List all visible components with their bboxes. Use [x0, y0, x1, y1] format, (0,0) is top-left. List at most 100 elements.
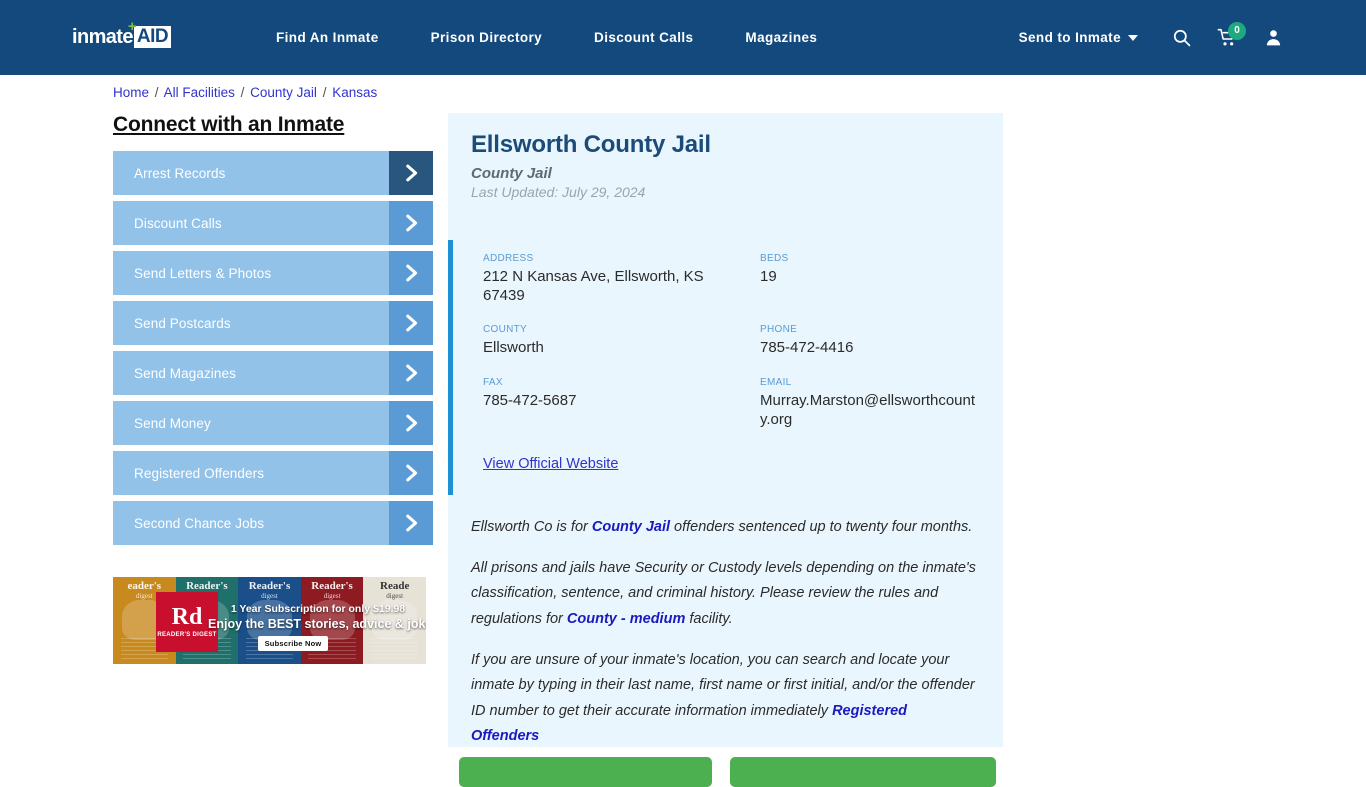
cta-button-secondary[interactable]: [730, 757, 996, 787]
description-paragraph: If you are unsure of your inmate's locat…: [471, 648, 978, 750]
ad-cover-title: Reader's: [248, 580, 291, 592]
logo-badge-text: AID: [136, 26, 169, 47]
main-navigation: Find An Inmate Prison Directory Discount…: [250, 0, 843, 75]
sidebar: Connect with an Inmate Arrest Records Dis…: [113, 113, 433, 545]
detail-value-email: Murray.Marston@ellsworthcounty.org: [760, 392, 976, 428]
sidebar-item-send-postcards[interactable]: Send Postcards: [113, 301, 433, 345]
breadcrumb-item-county-jail[interactable]: County Jail: [250, 85, 317, 100]
green-plus-icon: +: [127, 18, 137, 35]
chevron-right-icon: [389, 401, 433, 445]
nav-item-discount-calls[interactable]: Discount Calls: [568, 30, 719, 45]
cta-button-primary[interactable]: [459, 757, 712, 787]
ad-headline-offer: 1 Year Subscription for only $19.98: [230, 603, 406, 615]
site-header: inmate + AID Find An Inmate Prison Direc…: [0, 0, 1366, 75]
detail-value-phone: 785-472-4416: [760, 339, 854, 357]
ad-headline-tagline: Enjoy the BEST stories, advice & jokes!: [208, 617, 426, 631]
sidebar-item-send-money[interactable]: Send Money: [113, 401, 433, 445]
detail-cell: ADDRESS 212 N Kansas Ave, Ellsworth, KS 6…: [483, 252, 760, 306]
description-paragraph: Ellsworth Co is for County Jail offender…: [471, 515, 978, 540]
breadcrumb-separator: /: [240, 85, 245, 100]
sidebar-item-arrest-records[interactable]: Arrest Records: [113, 151, 433, 195]
user-icon: [1264, 28, 1283, 47]
facility-header: Ellsworth County Jail County Jail Last U…: [448, 113, 1003, 200]
detail-value-fax: 785-472-5687: [483, 392, 577, 410]
cart-button[interactable]: 0: [1204, 18, 1250, 58]
ad-cover-title: eader's: [127, 580, 162, 592]
detail-value-county: Ellsworth: [483, 339, 544, 357]
page-title: Ellsworth County Jail: [471, 131, 711, 158]
detail-label-address: ADDRESS: [483, 252, 534, 264]
facility-details: ADDRESS 212 N Kansas Ave, Ellsworth, KS 6…: [448, 239, 1003, 495]
search-button[interactable]: [1158, 18, 1204, 58]
site-logo[interactable]: inmate + AID: [72, 19, 172, 50]
ad-cover-text-lines: [370, 637, 419, 659]
sidebar-item-send-letters-photos[interactable]: Send Letters & Photos: [113, 251, 433, 295]
chevron-right-icon: [389, 201, 433, 245]
paragraph-text: facility.: [685, 610, 733, 627]
detail-label-phone: PHONE: [760, 324, 798, 336]
sidebar-item-label: Send Letters & Photos: [134, 265, 272, 281]
detail-label-email: EMAIL: [760, 377, 792, 389]
chevron-right-icon: [389, 351, 433, 395]
inline-link[interactable]: County Jail: [592, 519, 670, 535]
detail-cell: COUNTY Ellsworth: [483, 323, 760, 358]
sidebar-item-registered-offenders[interactable]: Registered Offenders: [113, 451, 433, 495]
logo-wordmark: inmate: [72, 26, 133, 48]
ad-cover-title: Reader's: [311, 580, 353, 592]
ad-subscribe-button[interactable]: Subscribe Now: [258, 636, 328, 651]
detail-label-beds: BEDS: [760, 252, 789, 264]
breadcrumb-separator: /: [322, 85, 327, 100]
sidebar-item-discount-calls[interactable]: Discount Calls: [113, 201, 433, 245]
ad-brand-name: READER'S DIGEST: [157, 631, 217, 638]
logo-badge: + AID: [128, 19, 172, 48]
chevron-right-icon: [389, 301, 433, 345]
detail-label-fax: FAX: [483, 377, 503, 389]
sidebar-item-second-chance-jobs[interactable]: Second Chance Jobs: [113, 501, 433, 545]
sidebar-item-label: Send Money: [134, 415, 211, 431]
chevron-right-icon: [389, 501, 433, 545]
advertisement-readers-digest[interactable]: eader'sdigestReader'sdigestReader'sdiges…: [113, 577, 426, 664]
sidebar-item-label: Discount Calls: [134, 215, 222, 231]
ad-cover-subtitle: digest: [323, 592, 341, 600]
last-updated-text: Last Updated: July 29, 2024: [471, 183, 646, 200]
chevron-right-icon: [389, 451, 433, 495]
sidebar-title: Connect with an Inmate: [113, 113, 345, 136]
header-actions: Send to Inmate 0: [999, 0, 1296, 75]
facility-description: Ellsworth Co is for County Jail offender…: [448, 495, 1003, 750]
search-icon: [1172, 28, 1191, 47]
sidebar-item-label: Second Chance Jobs: [134, 515, 265, 531]
chevron-right-icon: [389, 151, 433, 195]
detail-cell: PHONE 785-472-4416: [760, 323, 983, 358]
breadcrumb-item-kansas[interactable]: Kansas: [332, 85, 377, 100]
chevron-right-icon: [389, 251, 433, 295]
description-paragraph: All prisons and jails have Security or C…: [471, 556, 978, 632]
breadcrumb-item-home[interactable]: Home: [113, 85, 149, 100]
detail-cell: BEDS 19: [760, 252, 983, 306]
breadcrumb-separator: /: [154, 85, 159, 100]
sidebar-item-send-magazines[interactable]: Send Magazines: [113, 351, 433, 395]
sidebar-item-label: Send Postcards: [134, 315, 231, 331]
breadcrumb: Home / All Facilities / County Jail / Ka…: [113, 85, 377, 100]
account-button[interactable]: [1250, 18, 1296, 58]
view-official-website-link[interactable]: View Official Website: [483, 456, 618, 472]
ad-cover-title: Reader's: [186, 580, 228, 592]
cart-count-badge: 0: [1228, 21, 1246, 40]
breadcrumb-item-all-facilities[interactable]: All Facilities: [164, 85, 235, 100]
sidebar-item-label: Registered Offenders: [134, 465, 265, 481]
facility-card: Ellsworth County Jail County Jail Last U…: [448, 113, 1003, 747]
inline-link[interactable]: County - medium: [567, 611, 685, 627]
nav-item-prison-directory[interactable]: Prison Directory: [405, 30, 568, 45]
chevron-down-icon: [1128, 34, 1138, 41]
paragraph-text: offenders sentenced up to twenty four mo…: [670, 518, 973, 535]
send-to-inmate-dropdown[interactable]: Send to Inmate: [999, 30, 1158, 45]
ad-brand-initials: Rd: [171, 603, 203, 630]
paragraph-text: Ellsworth Co is for: [471, 518, 592, 535]
detail-label-county: COUNTY: [483, 324, 528, 336]
nav-item-magazines[interactable]: Magazines: [719, 30, 843, 45]
sidebar-item-label: Arrest Records: [134, 165, 226, 181]
nav-item-find-an-inmate[interactable]: Find An Inmate: [250, 30, 405, 45]
sidebar-item-label: Send Magazines: [134, 365, 236, 381]
facility-type: County Jail: [471, 164, 552, 182]
ad-cover-subtitle: digest: [386, 592, 404, 600]
detail-value-beds: 19: [760, 267, 777, 285]
